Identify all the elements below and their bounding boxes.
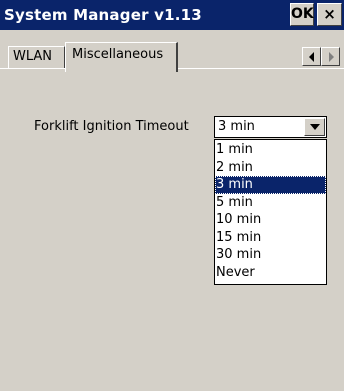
ignition-timeout-dropdown-list: 1 min 2 min 3 min 5 min 10 min 15 min 30…: [214, 139, 327, 285]
close-button[interactable]: ×: [317, 3, 342, 26]
dropdown-button[interactable]: [304, 118, 325, 136]
dropdown-option-2-min[interactable]: 2 min: [215, 159, 326, 177]
arrow-right-icon: [329, 52, 334, 62]
dropdown-option-5-min[interactable]: 5 min: [215, 194, 326, 212]
dropdown-option-30-min[interactable]: 30 min: [215, 246, 326, 264]
tab-strip: WLAN Miscellaneous: [0, 30, 344, 74]
chevron-down-icon: [310, 124, 320, 130]
dropdown-option-10-min[interactable]: 10 min: [215, 211, 326, 229]
tab-scroll-buttons: [302, 47, 340, 66]
tab-miscellaneous[interactable]: Miscellaneous: [65, 42, 178, 72]
dropdown-option-3-min[interactable]: 3 min: [215, 176, 326, 194]
ok-button[interactable]: OK: [290, 3, 314, 26]
ignition-timeout-value: 3 min: [218, 119, 255, 134]
system-manager-window: System Manager v1.13 OK × WLAN Miscellan…: [0, 0, 344, 391]
ignition-timeout-label: Forklift Ignition Timeout: [34, 119, 189, 134]
dropdown-option-15-min[interactable]: 15 min: [215, 229, 326, 247]
tab-scroll-left-button[interactable]: [302, 47, 321, 66]
arrow-left-icon: [309, 52, 314, 62]
tab-scroll-right-button[interactable]: [321, 47, 340, 66]
miscellaneous-panel: Forklift Ignition Timeout 3 min 1 min 2 …: [0, 74, 344, 391]
ignition-timeout-select[interactable]: 3 min: [214, 116, 327, 138]
title-bar: System Manager v1.13 OK ×: [0, 0, 344, 30]
window-title: System Manager v1.13: [4, 6, 202, 24]
tab-wlan[interactable]: WLAN: [8, 46, 65, 68]
dropdown-option-1-min[interactable]: 1 min: [215, 141, 326, 159]
dropdown-option-never[interactable]: Never: [215, 264, 326, 282]
